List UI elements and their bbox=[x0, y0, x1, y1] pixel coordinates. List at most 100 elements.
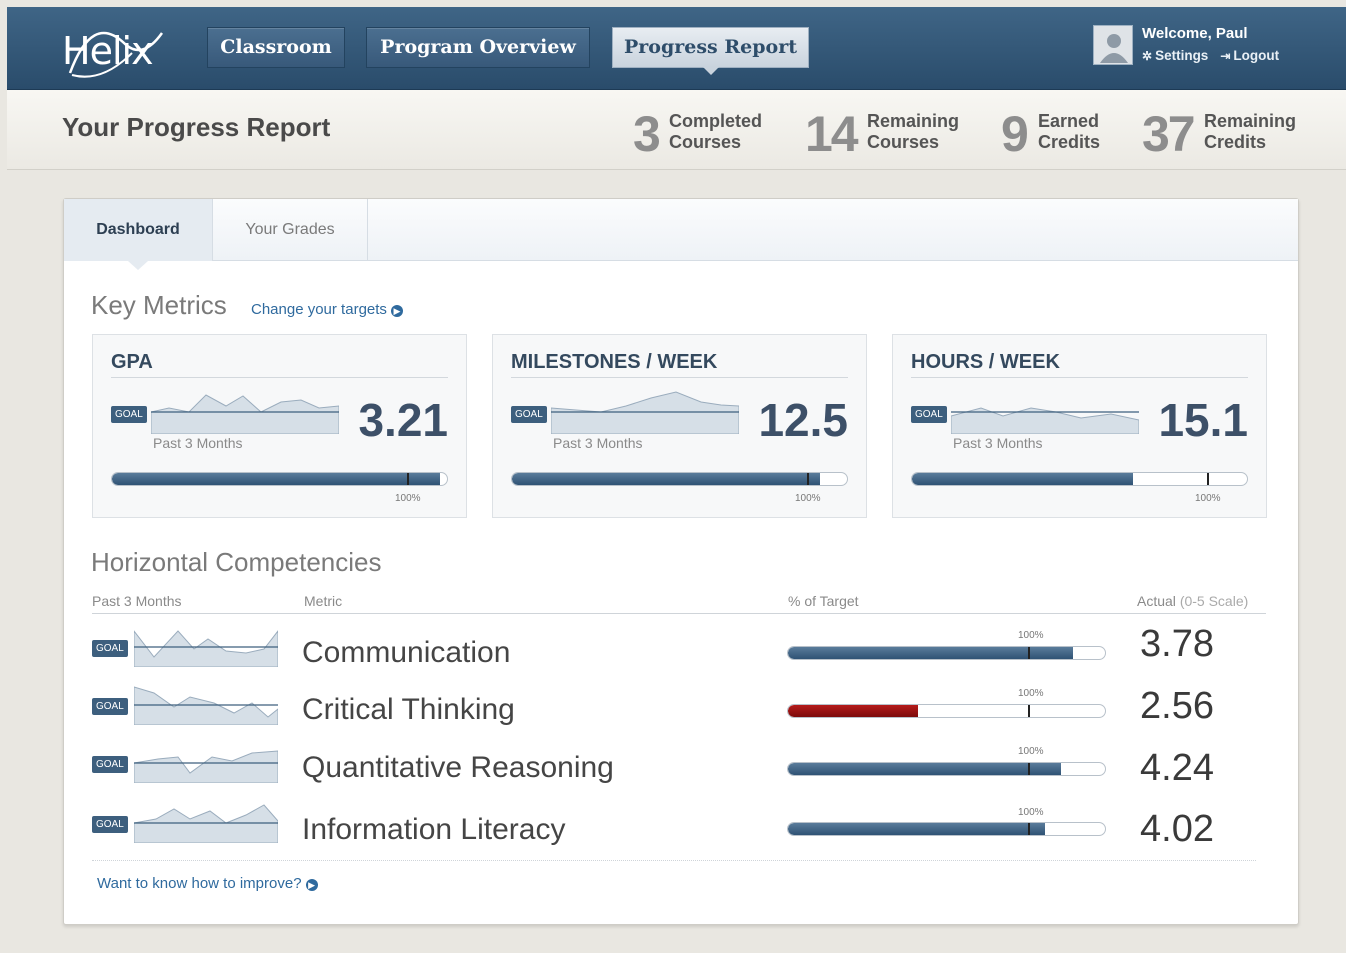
stat-label-line1: Completed bbox=[669, 111, 763, 131]
stat-label: Completed Courses bbox=[669, 111, 762, 153]
progress-fill bbox=[912, 473, 1134, 485]
sparkline-chart bbox=[551, 391, 739, 434]
progress-bar bbox=[787, 704, 1106, 718]
sparkline-chart bbox=[134, 750, 278, 783]
page-title: Your Progress Report bbox=[62, 112, 331, 142]
improve-link-label: Want to know how to improve? bbox=[97, 875, 302, 892]
stat-label: Earned Credits bbox=[1038, 111, 1100, 153]
stat-completed-courses: 3 Completed Courses bbox=[633, 106, 793, 162]
logout-icon: ⇥ bbox=[1220, 49, 1231, 63]
stat-number: 14 bbox=[805, 106, 859, 162]
goal-tag: GOAL bbox=[92, 640, 128, 657]
metric-card-milestones: MILESTONES / WEEK GOAL 12.5 Past 3 Month… bbox=[492, 334, 867, 518]
nav-classroom[interactable]: Classroom bbox=[207, 27, 345, 68]
target-label: 100% bbox=[1195, 493, 1221, 504]
arrow-right-icon: ▶ bbox=[390, 305, 403, 317]
target-marker bbox=[806, 473, 809, 485]
target-marker bbox=[1028, 647, 1030, 659]
target-marker bbox=[1028, 823, 1030, 835]
progress-summary-header: Your Progress Report 3 Completed Courses … bbox=[7, 90, 1346, 170]
logo-text: Helix bbox=[62, 29, 154, 73]
target-marker bbox=[406, 473, 409, 485]
metric-period: Past 3 Months bbox=[553, 435, 643, 451]
progress-fill bbox=[788, 823, 1045, 835]
metric-period: Past 3 Months bbox=[153, 435, 243, 451]
column-header-period: Past 3 Months bbox=[92, 593, 182, 609]
change-targets-label: Change your targets bbox=[251, 301, 387, 318]
progress-bar bbox=[787, 822, 1106, 836]
stat-label-line1: Remaining bbox=[867, 111, 960, 131]
target-label: 100% bbox=[1018, 630, 1044, 641]
stat-label-line1: Remaining bbox=[1204, 111, 1297, 131]
metric-title: HOURS / WEEK bbox=[911, 351, 1060, 373]
tab-your-grades[interactable]: Your Grades bbox=[213, 199, 368, 261]
helix-logo[interactable]: Helix bbox=[62, 23, 182, 83]
stat-number: 3 bbox=[633, 106, 661, 162]
stat-label: Remaining Credits bbox=[1204, 111, 1296, 153]
progress-bar bbox=[787, 762, 1106, 776]
metric-value: 3.21 bbox=[358, 394, 448, 446]
competencies-title: Horizontal Competencies bbox=[91, 547, 382, 577]
progress-bar bbox=[911, 472, 1248, 486]
sparkline-chart bbox=[951, 407, 1139, 434]
progress-fill bbox=[788, 647, 1074, 659]
tab-bar: Dashboard Your Grades bbox=[64, 199, 1298, 270]
stat-label-line2: Credits bbox=[1038, 132, 1101, 152]
stat-label-line2: Courses bbox=[867, 132, 940, 152]
target-label: 100% bbox=[795, 493, 821, 504]
user-silhouette-icon bbox=[1100, 34, 1128, 63]
competency-value: 4.02 bbox=[1140, 808, 1214, 850]
sparkline-chart bbox=[151, 394, 339, 434]
stat-label-line2: Courses bbox=[669, 132, 742, 152]
progress-bar bbox=[511, 472, 848, 486]
metric-title: GPA bbox=[111, 351, 153, 373]
metric-period: Past 3 Months bbox=[953, 435, 1043, 451]
target-label: 100% bbox=[1018, 746, 1044, 757]
metric-title: MILESTONES / WEEK bbox=[511, 351, 718, 373]
change-targets-link[interactable]: Change your targets ▶ bbox=[251, 301, 403, 318]
actual-scale-label: (0-5 Scale) bbox=[1179, 593, 1249, 609]
metric-value: 12.5 bbox=[758, 394, 848, 446]
target-marker bbox=[1206, 473, 1209, 485]
stat-number: 9 bbox=[1001, 106, 1029, 162]
settings-link[interactable]: ✲ Settings bbox=[1142, 48, 1208, 63]
stat-label: Remaining Courses bbox=[867, 111, 959, 153]
goal-tag: GOAL bbox=[511, 406, 547, 423]
stat-label-line1: Earned bbox=[1038, 111, 1100, 131]
goal-tag: GOAL bbox=[111, 406, 147, 423]
sparkline-chart bbox=[134, 804, 278, 843]
competency-value: 2.56 bbox=[1140, 685, 1214, 727]
goal-tag: GOAL bbox=[92, 756, 128, 773]
target-label: 100% bbox=[395, 493, 421, 504]
competency-name: Communication bbox=[302, 636, 511, 669]
stat-earned-credits: 9 Earned Credits bbox=[1001, 106, 1131, 162]
progress-fill bbox=[788, 763, 1061, 775]
column-header-actual: Actual (0-5 Scale) bbox=[1137, 593, 1248, 609]
progress-fill bbox=[788, 705, 918, 717]
improve-link[interactable]: Want to know how to improve? ▶ bbox=[97, 875, 318, 892]
stat-remaining-credits: 37 Remaining Credits bbox=[1142, 106, 1312, 162]
competency-name: Critical Thinking bbox=[302, 693, 515, 726]
sparkline-chart bbox=[134, 686, 278, 725]
progress-bar bbox=[787, 646, 1106, 660]
tab-dashboard[interactable]: Dashboard bbox=[64, 199, 213, 270]
goal-tag: GOAL bbox=[911, 406, 947, 423]
logout-link[interactable]: ⇥ Logout bbox=[1220, 48, 1279, 63]
column-header-target: % of Target bbox=[788, 593, 859, 609]
target-marker bbox=[1028, 763, 1030, 775]
nav-program-overview[interactable]: Program Overview bbox=[366, 27, 590, 68]
goal-tag: GOAL bbox=[92, 816, 128, 833]
welcome-text: Welcome, Paul bbox=[1142, 25, 1248, 42]
column-header-metric: Metric bbox=[304, 593, 343, 609]
user-menu: Welcome, Paul ✲ Settings ⇥ Logout bbox=[1093, 25, 1333, 71]
nav-progress-report[interactable]: Progress Report bbox=[612, 27, 809, 75]
competency-name: Information Literacy bbox=[302, 813, 566, 846]
stat-remaining-courses: 14 Remaining Courses bbox=[805, 106, 985, 162]
dashboard-card: Dashboard Your Grades Key Metrics Change… bbox=[63, 198, 1299, 925]
avatar[interactable] bbox=[1093, 25, 1133, 65]
divider bbox=[911, 377, 1248, 378]
target-label: 100% bbox=[1018, 807, 1044, 818]
metric-value: 15.1 bbox=[1158, 394, 1248, 446]
sparkline-chart bbox=[134, 630, 278, 667]
competency-value: 4.24 bbox=[1140, 747, 1214, 789]
